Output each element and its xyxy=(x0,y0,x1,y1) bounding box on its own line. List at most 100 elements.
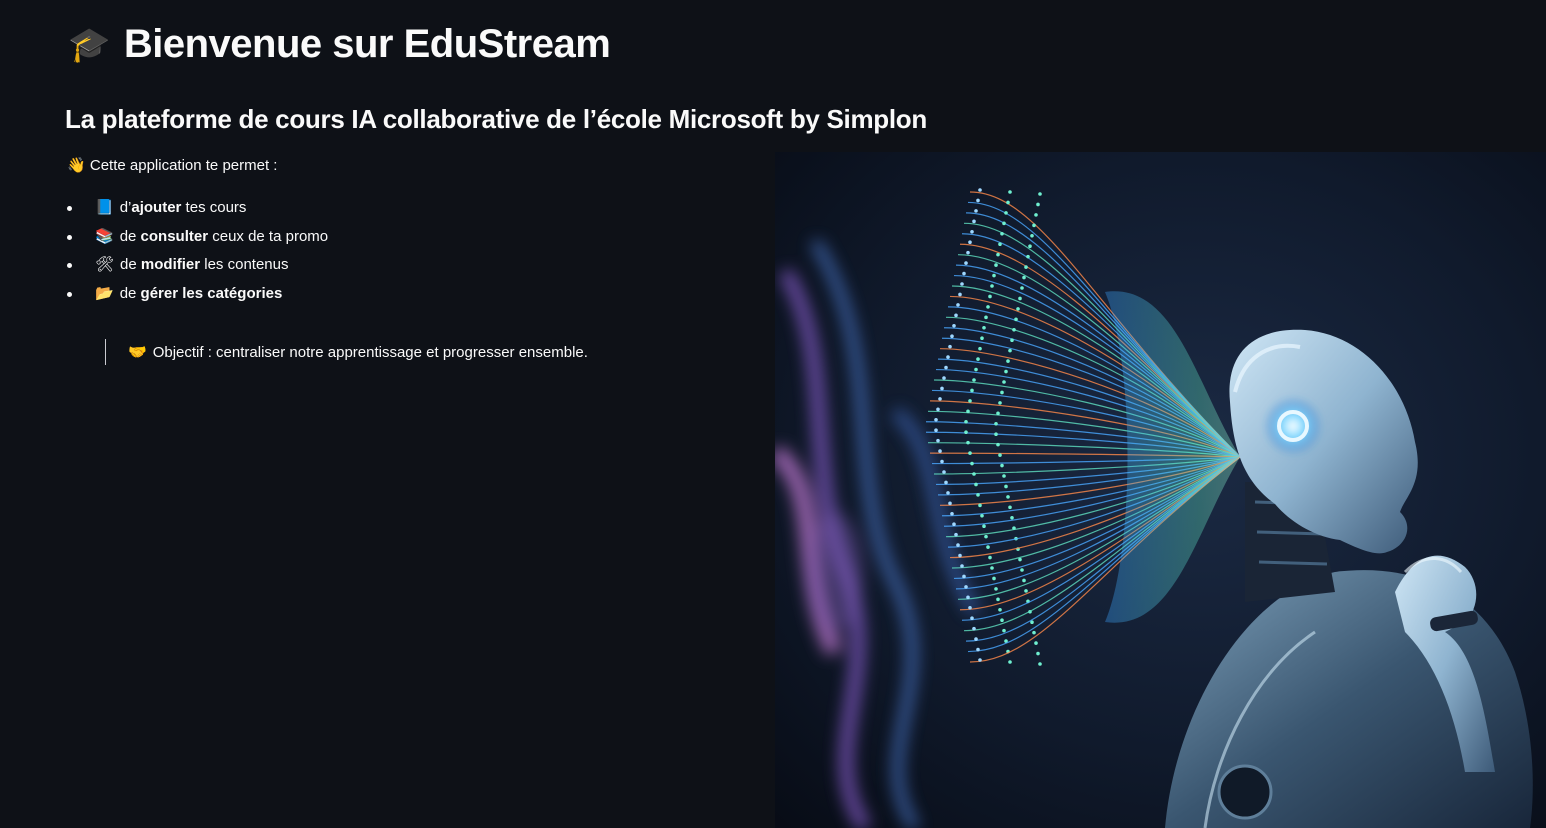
neural-node xyxy=(964,261,968,265)
neural-node xyxy=(980,513,984,518)
neural-node xyxy=(1032,223,1036,228)
neural-node xyxy=(1028,244,1032,249)
books-icon: 📚 xyxy=(95,227,114,245)
neural-node xyxy=(982,524,986,529)
neural-node xyxy=(966,250,970,255)
neural-node xyxy=(1026,254,1030,259)
feature-keyword: modifier xyxy=(140,256,201,274)
neural-node xyxy=(996,411,1000,416)
neural-node xyxy=(972,219,976,224)
feature-text: de xyxy=(119,285,141,303)
neural-node xyxy=(972,472,976,476)
neural-node xyxy=(1020,286,1024,290)
neural-node xyxy=(996,252,1000,257)
neural-node xyxy=(986,305,990,309)
feature-keyword: gérer les catégories xyxy=(140,285,283,303)
neural-node xyxy=(938,449,942,453)
feature-keyword: consulter xyxy=(140,227,209,245)
neural-node xyxy=(990,284,994,288)
neural-node xyxy=(956,303,960,307)
neural-node xyxy=(1008,660,1012,664)
neural-node xyxy=(1030,233,1034,238)
neural-node xyxy=(1002,221,1006,226)
neural-node xyxy=(1000,231,1004,236)
page-subtitle: La plateforme de cours IA collaborative … xyxy=(65,104,927,134)
neural-node xyxy=(964,585,968,589)
neural-node xyxy=(964,419,968,424)
neural-node xyxy=(972,626,976,631)
neural-node xyxy=(968,451,972,455)
tools-icon: 🛠 xyxy=(95,256,115,274)
neural-node xyxy=(974,482,978,487)
neural-node xyxy=(992,273,996,278)
feature-item-consulter: 📚 de consulter ceux de ta promo xyxy=(67,225,328,254)
neural-node xyxy=(1004,369,1008,374)
neural-node xyxy=(974,209,978,213)
neural-node xyxy=(1038,662,1042,666)
feature-item-ajouter: 📘 d’ajouter tes cours xyxy=(67,196,328,225)
neural-node xyxy=(1008,190,1012,194)
neural-node xyxy=(974,637,978,641)
neural-node xyxy=(1036,651,1040,656)
neural-node xyxy=(988,555,992,560)
objective-quote: 🤝 Objectif : centraliser notre apprentis… xyxy=(105,339,588,365)
neural-node xyxy=(942,470,946,474)
neural-node xyxy=(968,240,972,245)
neural-node xyxy=(998,242,1002,247)
feature-text: tes cours xyxy=(181,199,247,216)
neural-node xyxy=(988,294,992,299)
waving-hand-icon: 👋 xyxy=(67,157,86,174)
neural-node xyxy=(1034,213,1038,217)
hero-image xyxy=(775,152,1546,828)
neural-node xyxy=(962,271,966,276)
neural-node xyxy=(952,522,956,527)
neural-node xyxy=(958,292,962,297)
neural-node xyxy=(970,229,974,234)
neural-node xyxy=(990,566,994,570)
neural-node xyxy=(1010,338,1014,343)
neural-node xyxy=(954,313,958,318)
neural-node xyxy=(996,597,1000,602)
neural-node xyxy=(1036,202,1040,207)
neural-node xyxy=(950,334,954,339)
neural-node xyxy=(962,574,966,579)
neural-node xyxy=(946,355,950,359)
neural-node xyxy=(960,564,964,568)
neural-node xyxy=(1000,390,1004,395)
feature-text: de xyxy=(119,227,141,245)
neural-node xyxy=(1006,359,1010,363)
neural-node xyxy=(1024,265,1028,269)
neural-node xyxy=(1000,463,1004,468)
neural-node xyxy=(986,545,990,549)
feature-text: de xyxy=(120,256,141,274)
neural-node xyxy=(940,459,944,464)
neural-node xyxy=(1016,307,1020,311)
neural-node xyxy=(958,553,962,558)
neural-node xyxy=(1010,515,1014,520)
neural-node xyxy=(984,534,988,539)
neural-node xyxy=(1014,317,1018,322)
neural-node xyxy=(954,532,958,537)
neural-node xyxy=(934,417,938,422)
neural-node xyxy=(942,376,946,380)
feature-text: les contenus xyxy=(200,256,289,274)
neural-node xyxy=(976,647,980,652)
neural-node xyxy=(970,388,974,393)
neural-node xyxy=(994,432,998,437)
neural-node xyxy=(1006,495,1010,499)
neural-node xyxy=(1002,628,1006,633)
feature-keyword: ajouter xyxy=(131,199,182,216)
neural-node xyxy=(974,367,978,372)
neural-node xyxy=(1012,327,1016,332)
neural-node xyxy=(994,587,998,591)
blue-book-icon: 📘 xyxy=(95,199,114,216)
neural-node xyxy=(976,198,980,203)
neural-node xyxy=(970,461,974,466)
neural-node xyxy=(978,658,982,662)
neural-node xyxy=(978,346,982,351)
neural-node xyxy=(968,605,972,610)
intro-text: 👋 Cette application te permet : xyxy=(67,156,277,174)
feature-item-categories: 📂 de gérer les catégories xyxy=(67,282,328,311)
intro-label: Cette application te permet : xyxy=(89,157,278,174)
neural-node xyxy=(1002,380,1006,384)
